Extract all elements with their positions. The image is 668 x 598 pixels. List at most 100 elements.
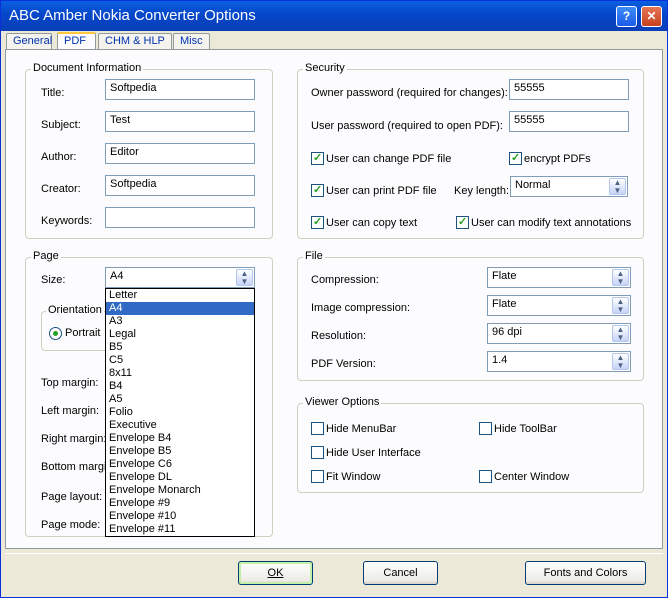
owner-password-input[interactable]: 55555 <box>509 79 629 100</box>
print-pdf-checkbox[interactable] <box>311 183 324 197</box>
size-option[interactable]: Envelope #10 <box>106 510 254 523</box>
file-legend: File <box>303 250 325 262</box>
fonts-and-colors-button[interactable]: Fonts and Colors <box>525 561 646 585</box>
hide-toolbar-label: Hide ToolBar <box>494 423 557 435</box>
user-password-label: User password (required to open PDF): <box>311 120 503 132</box>
image-compression-select[interactable]: Flate ▲ ▼ <box>487 295 631 316</box>
right-margin-label: Right margin: <box>41 433 107 445</box>
copy-text-checkbox[interactable] <box>311 215 324 229</box>
modify-annotations-label: User can modify text annotations <box>471 217 632 229</box>
hide-menubar-checkbox[interactable] <box>311 422 324 435</box>
close-icon: ✕ <box>646 9 657 23</box>
pdf-version-label: PDF Version: <box>311 358 376 370</box>
keywords-input[interactable] <box>105 207 255 228</box>
center-window-checkbox[interactable] <box>479 470 492 483</box>
chevron-updown-icon: ▲ ▼ <box>612 269 629 286</box>
change-pdf-label: User can change PDF file <box>326 153 452 165</box>
key-length-select[interactable]: Normal ▲ ▼ <box>510 176 628 197</box>
size-option[interactable]: A3 <box>106 315 254 328</box>
size-option[interactable]: 8x11 <box>106 367 254 380</box>
size-option[interactable]: C5 <box>106 354 254 367</box>
subject-input[interactable]: Test <box>105 111 255 132</box>
size-option[interactable]: Envelope DL <box>106 471 254 484</box>
user-password-input[interactable]: 55555 <box>509 111 629 132</box>
tab-general[interactable]: General <box>6 33 52 50</box>
page-layout-label: Page layout: <box>41 491 103 503</box>
hide-ui-label: Hide User Interface <box>326 447 421 459</box>
key-length-value: Normal <box>515 179 551 191</box>
tab-chm-hlp[interactable]: CHM & HLP <box>98 33 172 50</box>
orientation-legend: Orientation <box>46 304 104 316</box>
size-option[interactable]: Envelope #11 <box>106 523 254 536</box>
close-button[interactable]: ✕ <box>641 6 662 27</box>
size-option[interactable]: A5 <box>106 393 254 406</box>
title-input[interactable]: Softpedia <box>105 79 255 100</box>
top-margin-label: Top margin: <box>41 377 99 389</box>
fonts-and-colors-label: Fonts and Colors <box>543 567 628 579</box>
hide-ui-checkbox[interactable] <box>311 446 324 459</box>
encrypt-pdfs-label: encrypt PDFs <box>524 153 591 165</box>
hide-menubar-label: Hide MenuBar <box>326 423 397 435</box>
chevron-updown-icon: ▲ ▼ <box>236 269 253 286</box>
document-info-legend: Document Information <box>31 62 144 74</box>
help-button[interactable]: ? <box>616 6 637 27</box>
tab-misc[interactable]: Misc <box>173 33 210 50</box>
tab-pdf[interactable]: PDF <box>57 32 96 50</box>
ok-button-label: OK <box>267 567 284 579</box>
window-title: ABC Amber Nokia Converter Options <box>9 7 256 24</box>
author-label: Author: <box>41 151 77 163</box>
size-option[interactable]: Letter <box>106 289 254 302</box>
hide-toolbar-checkbox[interactable] <box>479 422 492 435</box>
change-pdf-checkbox[interactable] <box>311 151 324 165</box>
size-option[interactable]: Envelope B5 <box>106 445 254 458</box>
author-input[interactable]: Editor <box>105 143 255 164</box>
size-option[interactable]: Folio <box>106 406 254 419</box>
security-legend: Security <box>303 62 347 74</box>
size-value: A4 <box>110 270 124 282</box>
subject-label: Subject: <box>41 119 81 131</box>
creator-input[interactable]: Softpedia <box>105 175 255 196</box>
compression-label: Compression: <box>311 274 379 286</box>
image-compression-label: Image compression: <box>311 302 411 314</box>
size-option[interactable]: B5 <box>106 341 254 354</box>
resolution-label: Resolution: <box>311 330 367 342</box>
size-label: Size: <box>41 274 66 286</box>
page-legend: Page <box>31 250 61 262</box>
encrypt-pdfs-checkbox[interactable] <box>509 151 522 165</box>
compression-value: Flate <box>492 270 517 282</box>
chevron-updown-icon: ▲ ▼ <box>612 325 629 342</box>
size-select[interactable]: A4 ▲ ▼ <box>105 267 255 288</box>
size-option[interactable]: Envelope C6 <box>106 458 254 471</box>
key-length-label: Key length: <box>454 185 510 197</box>
cancel-button[interactable]: Cancel <box>363 561 438 585</box>
page-mode-label: Page mode: <box>41 519 101 531</box>
resolution-select[interactable]: 96 dpi ▲ ▼ <box>487 323 631 344</box>
left-margin-label: Left margin: <box>41 405 100 417</box>
ok-button[interactable]: OK <box>238 561 313 585</box>
size-dropdown-list[interactable]: Letter A4 A3 Legal B5 C5 8x11 B4 A5 Folio Executiv… <box>105 288 255 537</box>
fit-window-checkbox[interactable] <box>311 470 324 483</box>
modify-annotations-checkbox[interactable] <box>456 215 469 229</box>
fit-window-label: Fit Window <box>326 471 381 483</box>
print-pdf-label: User can print PDF file <box>326 185 437 197</box>
image-compression-value: Flate <box>492 298 517 310</box>
chevron-updown-icon: ▲ ▼ <box>609 178 626 195</box>
size-option[interactable]: Envelope #9 <box>106 497 254 510</box>
portrait-label: Portrait <box>65 327 101 339</box>
size-option[interactable]: Executive <box>106 419 254 432</box>
size-option[interactable]: Envelope B4 <box>106 432 254 445</box>
size-option[interactable]: B4 <box>106 380 254 393</box>
portrait-radio[interactable] <box>49 327 62 340</box>
bottom-margin-label: Bottom margin <box>41 461 113 473</box>
cancel-button-label: Cancel <box>383 567 418 579</box>
title-bar[interactable]: ABC Amber Nokia Converter Options ? ✕ <box>1 1 667 31</box>
creator-label: Creator: <box>41 183 81 195</box>
viewer-options-legend: Viewer Options <box>303 396 382 408</box>
chevron-updown-icon: ▲ ▼ <box>612 297 629 314</box>
size-option[interactable]: Envelope Monarch <box>106 484 254 497</box>
compression-select[interactable]: Flate ▲ ▼ <box>487 267 631 288</box>
resolution-value: 96 dpi <box>492 326 522 338</box>
size-option[interactable]: Legal <box>106 328 254 341</box>
pdf-version-select[interactable]: 1.4 ▲ ▼ <box>487 351 631 372</box>
size-option[interactable]: A4 <box>106 302 254 315</box>
